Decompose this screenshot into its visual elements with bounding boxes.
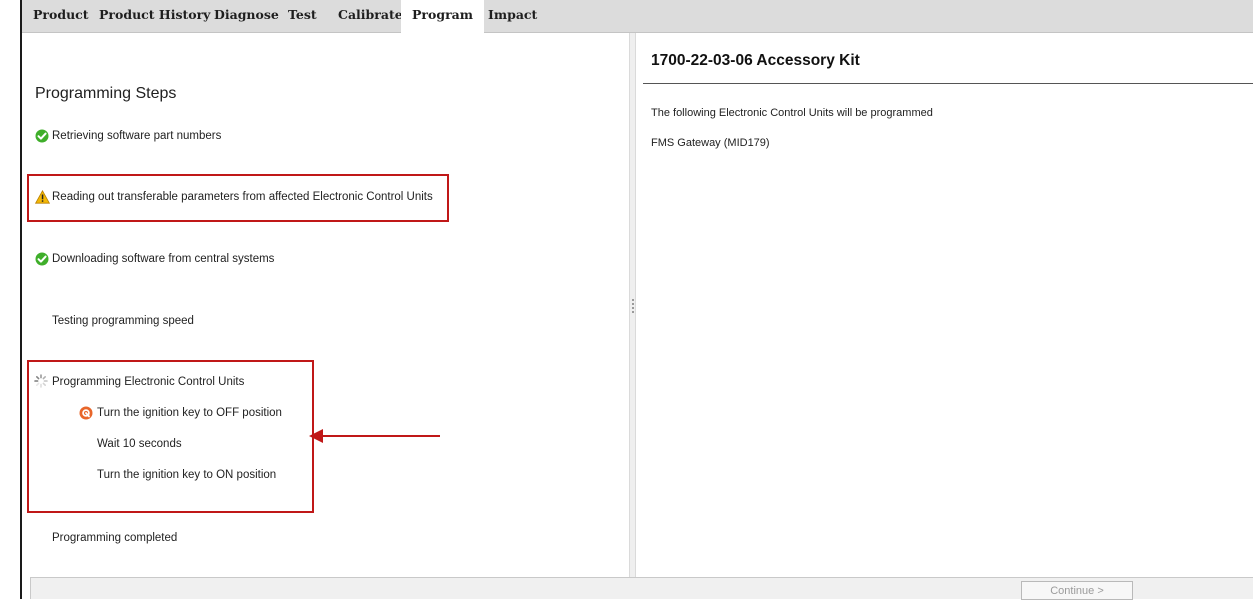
continue-button[interactable]: Continue > <box>1021 581 1133 600</box>
pane-splitter[interactable] <box>629 33 636 599</box>
tab-impact[interactable]: Impact <box>477 0 548 32</box>
step-reading-parameters: Reading out transferable parameters from… <box>52 191 433 203</box>
ecu-intro-text: The following Electronic Control Units w… <box>651 107 933 119</box>
app-window: Product Product History Diagnose Test Ca… <box>22 0 1253 600</box>
warning-triangle-icon <box>34 189 51 209</box>
kit-title: 1700-22-03-06 Accessory Kit <box>651 52 860 69</box>
ecu-list-item: FMS Gateway (MID179) <box>651 137 770 149</box>
substep-ignition-off: Turn the ignition key to OFF position <box>97 407 282 419</box>
substep-wait: Wait 10 seconds <box>97 438 182 450</box>
tab-bar: Product Product History Diagnose Test Ca… <box>22 0 1253 33</box>
spinner-icon <box>34 374 48 393</box>
tab-product-history[interactable]: Product History <box>88 0 221 32</box>
window-left-margin <box>0 0 20 599</box>
step-programming-completed: Programming completed <box>52 532 178 544</box>
programming-steps-title: Programming Steps <box>35 85 177 102</box>
kit-details-pane: 1700-22-03-06 Accessory Kit The followin… <box>636 33 1253 599</box>
annotation-arrow-head <box>309 429 323 443</box>
bottom-button-bar: Continue > <box>30 577 1253 600</box>
substep-ignition-on: Turn the ignition key to ON position <box>97 469 277 481</box>
check-circle-icon <box>35 252 49 271</box>
check-circle-icon <box>35 129 49 148</box>
step-retrieving-software: Retrieving software part numbers <box>52 130 222 142</box>
step-testing-speed: Testing programming speed <box>52 315 194 327</box>
step-programming-ecus: Programming Electronic Control Units <box>52 376 245 388</box>
splitter-grip-icon[interactable] <box>632 299 634 313</box>
tab-program[interactable]: Program <box>401 0 484 33</box>
programming-steps-pane: Programming Steps Retrieving software pa… <box>22 33 629 599</box>
step-downloading-software: Downloading software from central system… <box>52 253 275 265</box>
annotation-arrow-line <box>322 435 440 437</box>
action-circle-icon <box>79 406 93 425</box>
title-divider <box>643 83 1253 84</box>
tab-test[interactable]: Test <box>277 0 328 32</box>
